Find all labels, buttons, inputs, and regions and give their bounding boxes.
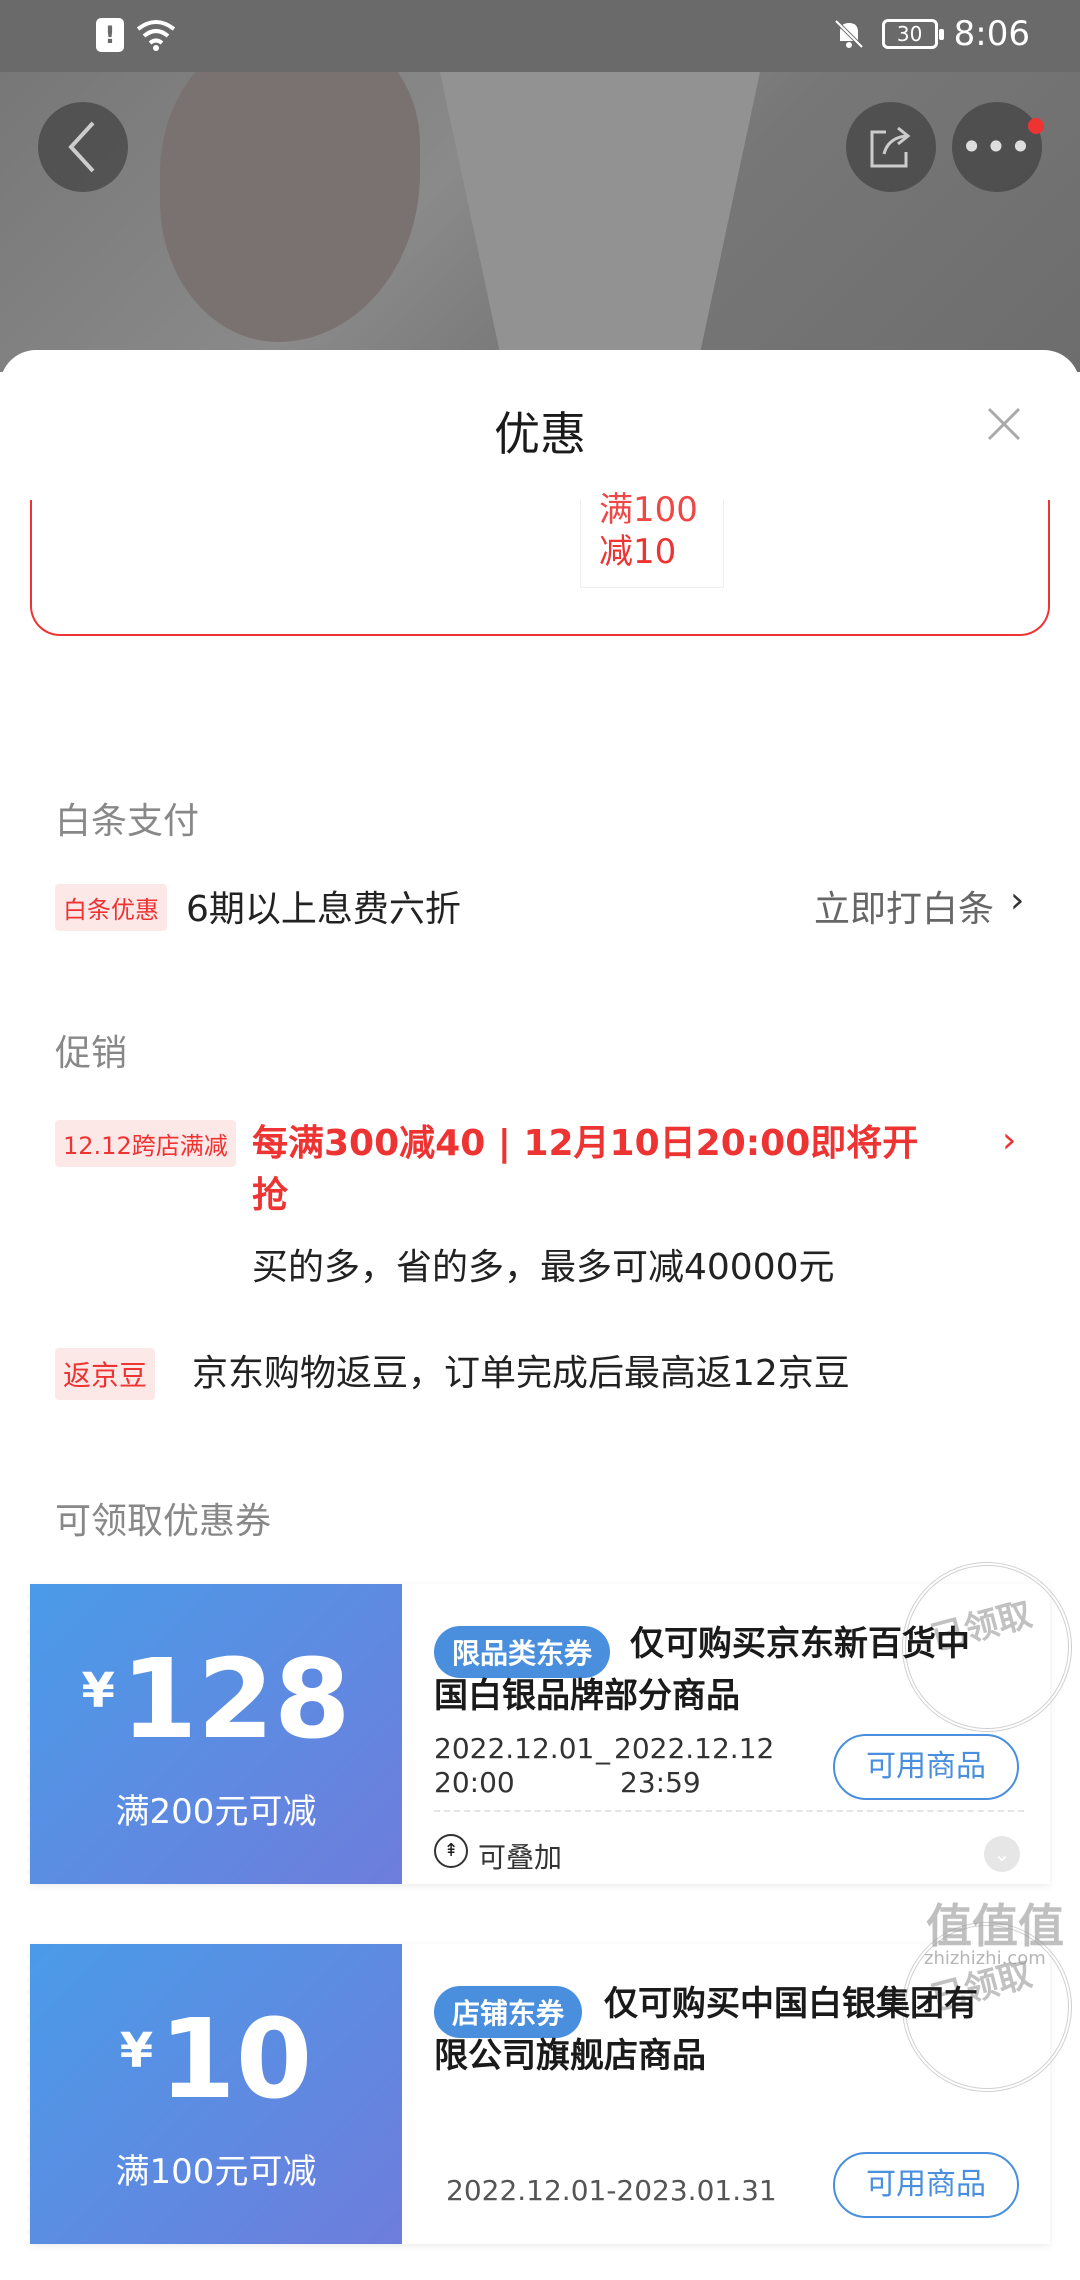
close-button[interactable] — [986, 402, 1022, 450]
coupon-condition: 满100元可减 — [115, 2152, 317, 2192]
expand-chevron-icon[interactable]: ⌄ — [984, 1836, 1020, 1872]
coupon-date-end: 2022.12.12 — [614, 1732, 775, 1765]
status-bar: ! 30 8:06 — [0, 0, 1080, 72]
clock: 8:06 — [953, 14, 1030, 54]
coupon-value-panel: ¥10 满100元可减 — [24, 1944, 402, 2244]
coupon-date-sep: _ — [596, 1732, 610, 1765]
coupon-title: 仅可购买京东新百货中国白银品牌部分商品 — [434, 1624, 970, 1716]
share-icon — [870, 126, 911, 168]
coupon-amount: 10 — [159, 1995, 313, 2123]
baitiao-link[interactable]: 立即打白条 — [814, 880, 994, 932]
wifi-icon — [136, 20, 176, 51]
available-products-button[interactable]: 可用商品 — [833, 2152, 1019, 2218]
battery-icon: 30 — [881, 19, 944, 49]
section-promo: 促销 — [55, 1033, 128, 1074]
coupon-value-panel: ¥128 满200元可减 — [24, 1584, 402, 1884]
promo-tag-jingdou: 返京豆 — [55, 1348, 156, 1400]
stack-icon: ⇞ — [434, 1834, 468, 1868]
chevron-left-icon — [68, 121, 95, 173]
chevron-right-icon[interactable]: › — [1010, 880, 1024, 921]
store-coupon-box — [30, 500, 1050, 636]
promo-title[interactable]: 每满300减40 | 12月10日20:00即将开抢 — [252, 1118, 952, 1222]
more-button[interactable]: ••• — [952, 102, 1042, 192]
baitiao-tag: 白条优惠 — [55, 884, 167, 931]
back-button[interactable] — [38, 102, 128, 192]
coupon-amount: 128 — [120, 1635, 351, 1763]
share-button[interactable] — [846, 102, 936, 192]
coupon-date-start: 2022.12.01 — [434, 1732, 595, 1765]
coupon-divider — [434, 1810, 1024, 1812]
available-products-button[interactable]: 可用商品 — [833, 1734, 1019, 1800]
watermark: 值值值 — [926, 1899, 1064, 1953]
promo-tag-1212: 12.12跨店满减 — [55, 1120, 236, 1167]
jingdou-text: 京东购物返豆，订单完成后最高返12京豆 — [192, 1353, 850, 1394]
coupon-time-start: 20:00 — [434, 1766, 515, 1799]
close-icon — [987, 407, 1021, 441]
promotions-sheet: 优惠 满100 减10 白条支付 白条优惠 6期以上息费六折 立即打白条 › 促… — [0, 350, 1080, 2280]
promo-chevron-icon[interactable]: › — [1002, 1120, 1016, 1161]
sheet-title: 优惠 — [494, 407, 586, 461]
more-icon: ••• — [960, 125, 1034, 169]
section-coupons: 可领取优惠券 — [55, 1501, 272, 1542]
coupon-date-range: 2022.12.01-2023.01.31 — [446, 2174, 777, 2207]
store-coupon-chip[interactable]: 满100 减10 — [580, 490, 724, 588]
coupon-card: ¥10 满100元可减 已领取 店铺东券 仅可购买中国白银集团有限公司旗舰店商品… — [24, 1902, 1080, 2244]
coupon-title: 仅可购买中国白银集团有限公司旗舰店商品 — [434, 1984, 978, 2076]
watermark-url: zhizhizhi.com — [924, 1948, 1046, 1969]
section-baitiao: 白条支付 — [55, 801, 200, 842]
alert-icon: ! — [96, 18, 124, 52]
coupon-card: ¥128 满200元可减 已领取 限品类东券 仅可购买京东新百货中国白银品牌部分… — [24, 1542, 1080, 1884]
promo-sub: 买的多，省的多，最多可减40000元 — [252, 1247, 835, 1288]
coupon-currency: ¥ — [81, 1663, 115, 1719]
baitiao-text: 6期以上息费六折 — [186, 889, 461, 930]
stackable-label: 可叠加 — [478, 1841, 563, 1874]
notification-dot — [1028, 118, 1044, 134]
bell-muted-icon — [834, 19, 864, 49]
coupon-condition: 满200元可减 — [115, 1792, 317, 1832]
chip-line-2: 减10 — [599, 532, 677, 572]
coupon-currency: ¥ — [119, 2023, 154, 2079]
coupon-time-end: 23:59 — [620, 1766, 701, 1799]
